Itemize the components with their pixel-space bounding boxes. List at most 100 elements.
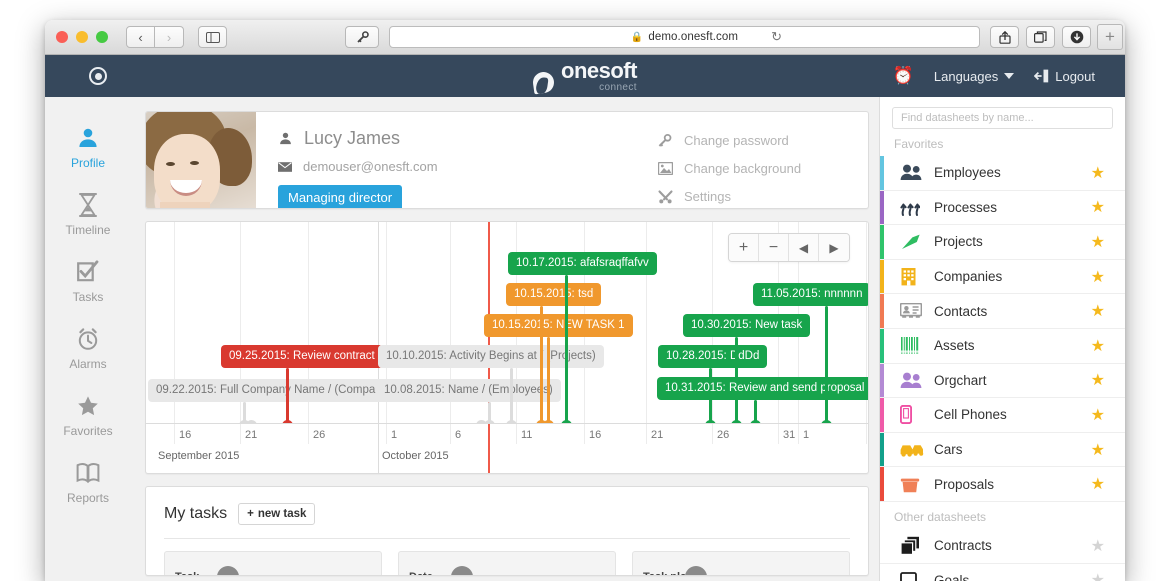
favorite-star-icon[interactable]: ★ <box>1091 232 1105 252</box>
timeline-event-label[interactable]: 10.28.2015: DdDd <box>658 345 767 368</box>
favorite-star-icon[interactable]: ★ <box>1091 336 1105 356</box>
pot-icon <box>900 476 934 493</box>
favorite-star-icon[interactable]: ★ <box>1091 474 1105 494</box>
timeline-event-label[interactable]: 10.10.2015: Activity Begins at / (Projec… <box>378 345 604 368</box>
task-card-label: Date <box>409 571 433 576</box>
change-background-link[interactable]: Change background <box>658 161 868 176</box>
datasheet-color-bar <box>880 156 884 190</box>
close-window-button[interactable] <box>56 31 68 43</box>
task-card[interactable]: Date <box>398 551 616 576</box>
change-password-link[interactable]: Change password <box>658 133 868 148</box>
datasheet-item-orgchart[interactable]: Orgchart★ <box>880 364 1125 399</box>
logout-label: Logout <box>1055 69 1095 84</box>
main-content: Lucy James demouser@onesft.com Managing … <box>131 97 879 581</box>
datasheet-item-processes[interactable]: Processes★ <box>880 191 1125 226</box>
key-icon[interactable] <box>345 26 379 48</box>
favorite-star-icon[interactable]: ★ <box>1091 267 1105 287</box>
status-badge[interactable]: Managing director <box>278 185 402 209</box>
favorite-star-icon[interactable]: ★ <box>1091 536 1105 556</box>
datasheet-item-companies[interactable]: Companies★ <box>880 260 1125 295</box>
new-task-button[interactable]: + new task <box>238 503 315 525</box>
datasheet-item-employees[interactable]: Employees★ <box>880 156 1125 191</box>
alarm-icon <box>76 325 100 353</box>
search-input[interactable]: Find datasheets by name... <box>892 107 1113 129</box>
pan-right-button[interactable]: ▶ <box>819 234 849 261</box>
timeline-axis-month: October 2015 <box>382 450 449 462</box>
timeline-event-label[interactable]: 11.05.2015: nnnnnn <box>753 283 868 306</box>
address-bar[interactable]: 🔒 demo.onesft.com ↻ <box>389 26 980 48</box>
sidebar-item-favorites[interactable]: Favorites <box>45 381 131 448</box>
sidebar-item-reports[interactable]: Reports <box>45 448 131 515</box>
timeline-axis-gridline <box>646 424 647 444</box>
target-icon[interactable] <box>89 67 107 85</box>
logout-button[interactable]: Logout <box>1034 69 1095 84</box>
reload-icon[interactable]: ↻ <box>771 29 782 45</box>
timeline-axis-tick: 26 <box>717 429 729 441</box>
timeline-chart[interactable]: + − ◀ ▶ 09.22.2015: Full Company Name / … <box>145 221 869 474</box>
favorite-star-icon[interactable]: ★ <box>1091 163 1105 183</box>
timeline-axis-gridline <box>516 424 517 444</box>
datasheet-color-bar <box>880 260 884 294</box>
new-tab-button[interactable]: + <box>1097 24 1123 50</box>
datasheet-color-bar <box>880 398 884 432</box>
back-button[interactable]: ‹ <box>126 26 155 48</box>
timeline-event-label[interactable]: 10.15.2015: NEW TASK 1 <box>484 314 633 337</box>
cars-icon <box>900 442 934 457</box>
timeline-axis: 16212616111621263116September 2015Octobe… <box>146 423 868 473</box>
my-tasks-panel: My tasks + new task Task Date <box>145 486 869 576</box>
datasheet-item-proposals[interactable]: Proposals★ <box>880 467 1125 502</box>
timeline-event-label[interactable]: 10.31.2015: Review and send proposal <box>657 377 868 400</box>
downloads-icon[interactable] <box>1062 26 1091 48</box>
key-icon <box>658 134 674 148</box>
tabs-icon[interactable] <box>1026 26 1055 48</box>
timeline-event-label[interactable]: 10.08.2015: Name / (Employees) <box>376 379 561 402</box>
datasheet-item-cell-phones[interactable]: Cell Phones★ <box>880 398 1125 433</box>
favorite-star-icon[interactable]: ★ <box>1091 570 1105 581</box>
datasheet-item-projects[interactable]: Projects★ <box>880 225 1125 260</box>
timeline-event-label[interactable]: 10.17.2015: afafsraqffafvv <box>508 252 657 275</box>
datasheet-label: Assets <box>934 338 1091 353</box>
datasheet-color-bar <box>880 433 884 467</box>
favorite-star-icon[interactable]: ★ <box>1091 370 1105 390</box>
datasheet-label: Cars <box>934 442 1091 457</box>
browser-window: ‹ › 🔒 demo.onesft.com ↻ <box>45 20 1125 581</box>
sidebar-item-label: Reports <box>67 491 109 505</box>
settings-link[interactable]: Settings <box>658 189 868 204</box>
datasheet-label: Contracts <box>934 538 1091 553</box>
timeline-event-label[interactable]: 09.22.2015: Full Company Name / (Compani… <box>148 379 408 402</box>
datasheet-label: Employees <box>934 165 1091 180</box>
zoom-in-button[interactable]: + <box>729 234 759 261</box>
datasheet-item-contracts[interactable]: Contracts★ <box>880 529 1125 564</box>
minimize-window-button[interactable] <box>76 31 88 43</box>
sidebar-item-timeline[interactable]: Timeline <box>45 180 131 247</box>
datasheet-item-goals[interactable]: Goals★ <box>880 564 1125 581</box>
sidebar-item-profile[interactable]: Profile <box>45 113 131 180</box>
alarm-clock-icon[interactable]: ⏰ <box>893 66 914 86</box>
datasheet-item-assets[interactable]: Assets★ <box>880 329 1125 364</box>
task-card-label: Task <box>175 571 199 576</box>
share-icon[interactable] <box>990 26 1019 48</box>
datasheet-color-bar <box>880 225 884 259</box>
timeline-event-label[interactable]: 10.30.2015: New task <box>683 314 810 337</box>
task-card[interactable]: Task plan <box>632 551 850 576</box>
sidebar-toggle-icon[interactable] <box>198 26 227 48</box>
task-card[interactable]: Task <box>164 551 382 576</box>
timeline-event-label[interactable]: 09.25.2015: Review contract <box>221 345 383 368</box>
favorite-star-icon[interactable]: ★ <box>1091 440 1105 460</box>
forward-button[interactable]: › <box>155 26 184 48</box>
timeline-event-label[interactable]: 10.15.2015: tsd <box>506 283 601 306</box>
sidebar-item-alarms[interactable]: Alarms <box>45 314 131 381</box>
languages-dropdown[interactable]: Languages <box>934 69 1014 84</box>
datasheet-item-cars[interactable]: Cars★ <box>880 433 1125 468</box>
datasheet-label: Projects <box>934 234 1091 249</box>
zoom-out-button[interactable]: − <box>759 234 789 261</box>
favorite-star-icon[interactable]: ★ <box>1091 197 1105 217</box>
favorite-star-icon[interactable]: ★ <box>1091 405 1105 425</box>
sidebar-item-tasks[interactable]: Tasks <box>45 247 131 314</box>
favorite-star-icon[interactable]: ★ <box>1091 301 1105 321</box>
url-text: demo.onesft.com <box>648 31 738 43</box>
pan-left-button[interactable]: ◀ <box>789 234 819 261</box>
barcode-icon <box>900 337 934 354</box>
maximize-window-button[interactable] <box>96 31 108 43</box>
datasheet-item-contacts[interactable]: Contacts★ <box>880 294 1125 329</box>
